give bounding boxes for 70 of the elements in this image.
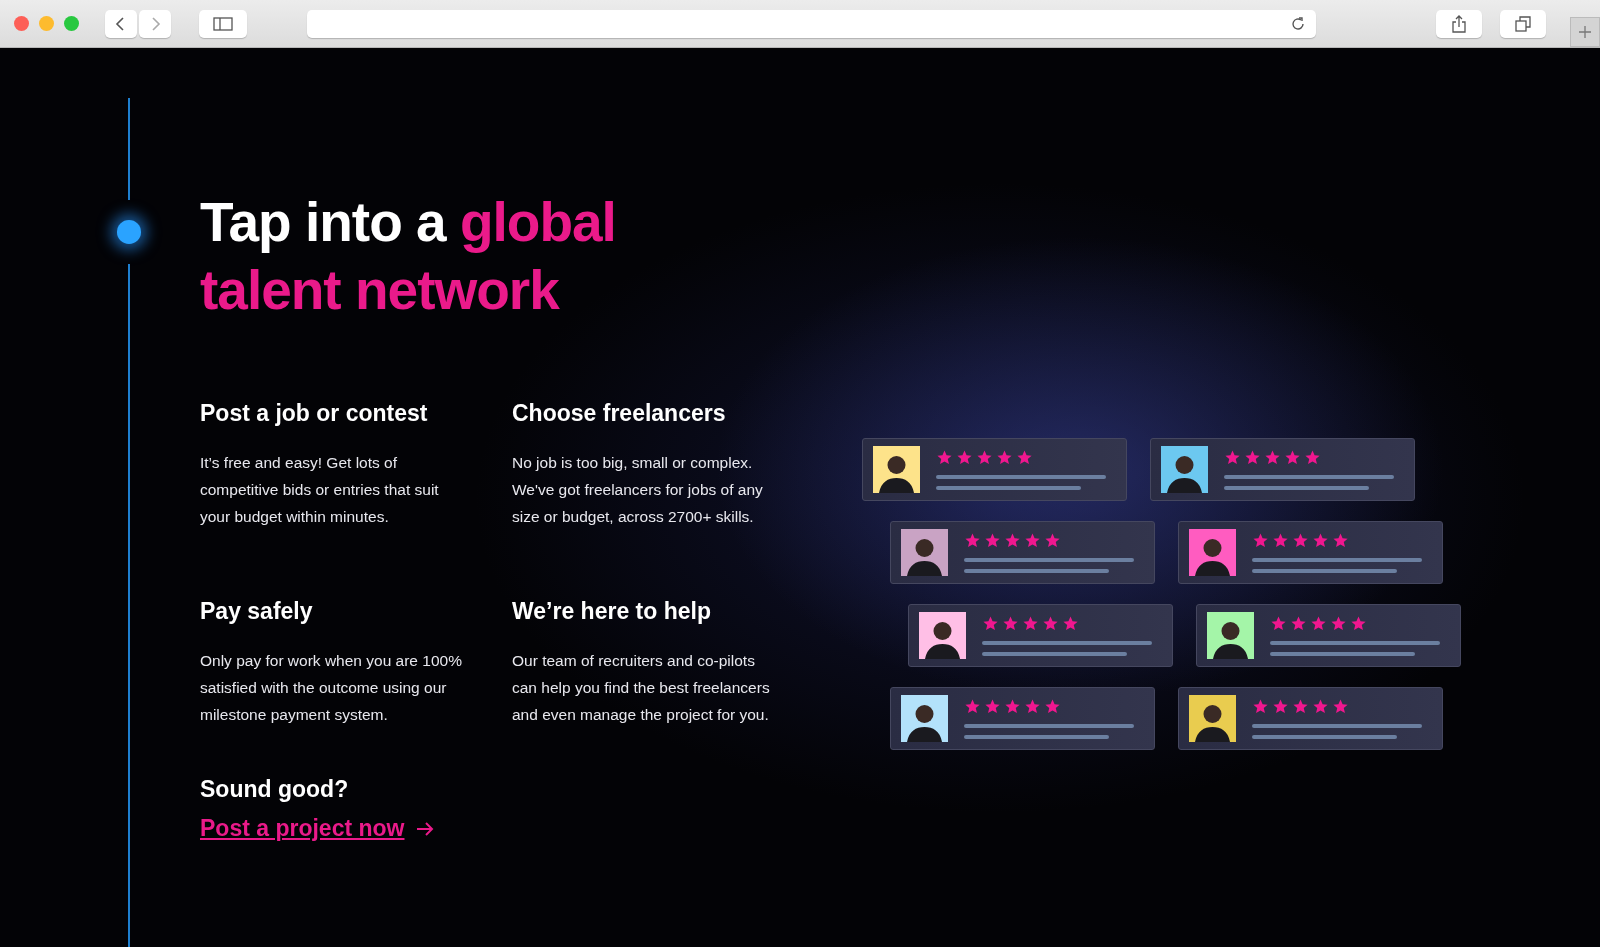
- star-icon: [1044, 532, 1061, 549]
- back-chevron-icon: [115, 16, 127, 31]
- feature-title: We’re here to help: [512, 598, 712, 625]
- arrow-icon: [416, 820, 435, 837]
- star-icon: [1284, 449, 1301, 466]
- star-icon: [1042, 615, 1059, 632]
- star-icon: [1312, 532, 1329, 549]
- feature-title: Pay safely: [200, 598, 314, 625]
- star-icon: [936, 449, 953, 466]
- star-icon: [1310, 615, 1327, 632]
- tabs-button[interactable]: [1500, 9, 1546, 38]
- star-icon: [964, 532, 981, 549]
- star-icon: [976, 449, 993, 466]
- star-icon: [1016, 449, 1033, 466]
- star-icon: [1270, 615, 1287, 632]
- star-icon: [1244, 449, 1261, 466]
- share-icon: [1452, 14, 1466, 33]
- star-icon: [1330, 615, 1347, 632]
- star-icon: [1004, 698, 1021, 715]
- star-icon: [996, 449, 1013, 466]
- star-icon: [1252, 698, 1269, 715]
- page-heading: Tap into a global talent network: [200, 190, 617, 323]
- feature-description: Only pay for work when you are 100% satisfied with the outcome using our milestone payment system.: [200, 651, 463, 725]
- star-icon: [1290, 615, 1307, 632]
- close-window-button[interactable]: [14, 16, 29, 31]
- star-icon: [1224, 449, 1241, 466]
- reload-icon[interactable]: [1290, 15, 1306, 32]
- plus-icon: [1578, 25, 1592, 39]
- star-icon: [1002, 615, 1019, 632]
- star-icon: [1024, 698, 1041, 715]
- star-icon: [1004, 532, 1021, 549]
- star-icon: [982, 615, 999, 632]
- cta-question: Sound good?: [200, 776, 350, 803]
- share-button[interactable]: [1436, 9, 1482, 38]
- star-icon: [1332, 698, 1349, 715]
- star-icon: [1062, 615, 1079, 632]
- star-icon: [984, 532, 1001, 549]
- feature-description: Our team of recruiters and co-pilots can help you find the best freelancers and even manage the project for you.: [512, 651, 771, 725]
- sidebar-icon: [213, 16, 233, 31]
- star-icon: [964, 698, 981, 715]
- back-button[interactable]: [105, 9, 137, 38]
- star-icon: [1312, 698, 1329, 715]
- feature-description: No job is too big, small or complex. We've got freelancers for jobs of any size or budget, across 2700+ skills.: [512, 453, 764, 527]
- star-icon: [984, 698, 1001, 715]
- glowing-dot-icon: [117, 220, 141, 244]
- star-icon: [1024, 532, 1041, 549]
- sidebar-button[interactable]: [199, 9, 247, 38]
- star-icon: [1022, 615, 1039, 632]
- zoom-window-button[interactable]: [64, 16, 79, 31]
- feature-title: Choose freelancers: [512, 400, 727, 427]
- forward-chevron-icon: [149, 16, 161, 31]
- address-field[interactable]: [307, 9, 1316, 38]
- star-icon: [1272, 698, 1289, 715]
- new-tab-button[interactable]: [1570, 17, 1600, 47]
- star-icon: [1252, 532, 1269, 549]
- star-icon: [1292, 532, 1309, 549]
- feature-description: It’s free and easy! Get lots of competitive bids or entries that suit your budget within minutes.: [200, 453, 440, 527]
- star-icon: [1272, 532, 1289, 549]
- star-icon: [1332, 532, 1349, 549]
- star-icon: [1350, 615, 1367, 632]
- tabs-icon: [1515, 15, 1531, 32]
- feature-title: Post a job or contest: [200, 400, 429, 427]
- star-icon: [1044, 698, 1061, 715]
- minimize-window-button[interactable]: [39, 16, 54, 31]
- star-icon: [1304, 449, 1321, 466]
- star-icon: [1264, 449, 1281, 466]
- forward-button[interactable]: [139, 9, 171, 38]
- star-icon: [956, 449, 973, 466]
- post-project-link[interactable]: Post a project now: [200, 815, 435, 842]
- star-icon: [1292, 698, 1309, 715]
